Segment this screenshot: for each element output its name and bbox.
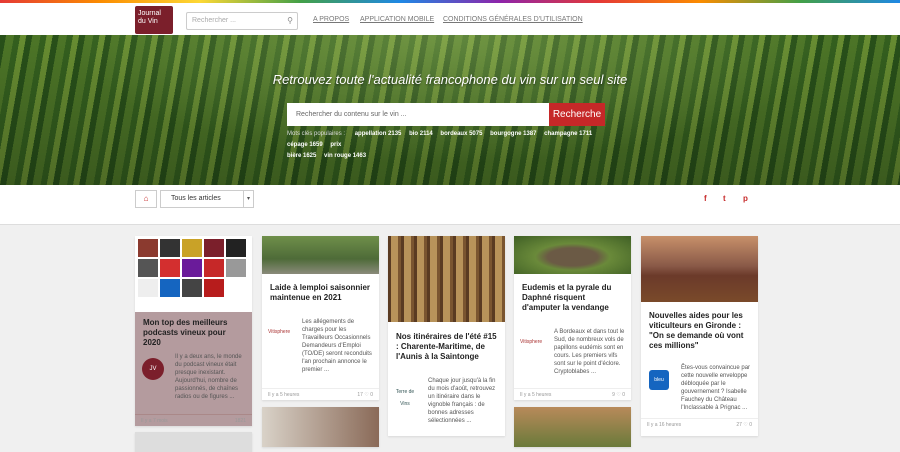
search-icon[interactable]: ⚲ (287, 16, 293, 25)
article-card[interactable]: Nos itinéraires de l'été #15 : Charente-… (388, 236, 505, 436)
article-card[interactable]: Laide à lemploi saisonnier maintenue en … (262, 236, 379, 400)
article-image (641, 236, 758, 302)
tag[interactable]: appellation 2135 (355, 131, 402, 137)
card-footer: Il y a 16 heures 27 ♡ 0 (641, 418, 758, 430)
nav-terms[interactable]: CONDITIONS GÉNÉRALES D'UTILISATION (443, 16, 583, 23)
article-excerpt: Êtes-vous convaincue par cette nouvelle … (681, 365, 751, 411)
author-avatar: JV (142, 358, 164, 380)
article-image (514, 236, 631, 274)
tag[interactable]: bordeaux 5075 (440, 131, 482, 137)
source-logo: bleu (649, 370, 669, 390)
pinterest-icon[interactable]: p (743, 194, 748, 203)
popular-tags: Mots clés populaires : appellation 2135 … (287, 129, 605, 162)
article-image (388, 236, 505, 322)
hero-tagline: Retrouvez toute l'actualité francophone … (272, 72, 628, 87)
tag[interactable]: bière 1625 (287, 153, 316, 159)
article-card[interactable]: Eudemis et la pyrale du Daphné risquent … (514, 236, 631, 400)
twitter-icon[interactable]: t (723, 194, 726, 203)
podcast-logos-image (135, 236, 252, 312)
article-card[interactable]: Mon top des meilleurs podcasts vineux po… (135, 236, 252, 426)
tag[interactable]: vin rouge 1463 (324, 153, 366, 159)
source-logo: Vitisphere (268, 329, 291, 335)
home-icon: ⌂ (143, 194, 149, 203)
popular-label: Mots clés populaires : (287, 131, 346, 137)
article-card[interactable] (514, 407, 631, 447)
article-excerpt: Il y a deux ans, le monde du podcast vin… (175, 354, 242, 400)
header-search-input[interactable]: Rechercher ... ⚲ (186, 12, 298, 30)
facebook-icon[interactable]: f (704, 194, 707, 203)
article-title[interactable]: Nouvelles aides pour les viticulteurs en… (641, 311, 758, 351)
article-card[interactable]: Nouvelles aides pour les viticulteurs en… (641, 236, 758, 436)
card-footer: Il y a 5 heures 9 ♡ 0 (514, 388, 631, 400)
article-title[interactable]: Mon top des meilleurs podcasts vineux po… (135, 318, 252, 348)
filter-bar: ⌂ Tous les articles ▾ f t p (0, 185, 900, 225)
nav-mobile-app[interactable]: APPLICATION MOBILE (360, 16, 434, 23)
article-excerpt: A Bordeaux et dans tout le Sud, de nombr… (554, 329, 625, 375)
home-button[interactable]: ⌂ (135, 190, 157, 208)
tag[interactable]: prix (330, 142, 341, 148)
top-bar: Journal du Vin Rechercher ... ⚲ A PROPOS … (0, 3, 900, 35)
article-title[interactable]: Laide à lemploi saisonnier maintenue en … (262, 283, 379, 303)
article-excerpt: Chaque jour jusqu'à la fin du mois d'aoû… (428, 378, 496, 424)
tag[interactable]: champagne 1711 (544, 131, 592, 137)
article-title[interactable]: Nos itinéraires de l'été #15 : Charente-… (388, 332, 505, 362)
tag[interactable]: bio 2114 (409, 131, 433, 137)
article-image (262, 236, 379, 274)
hero-search-button[interactable]: Recherche (549, 103, 605, 126)
source-logo: Vitisphere (520, 339, 543, 345)
card-footer: Il y a 5 heures 17 ♡ 0 (262, 388, 379, 400)
nav-about[interactable]: A PROPOS (313, 16, 349, 23)
card-footer: Il y a 7 mois 1821 (135, 414, 252, 426)
chevron-down-icon: ▾ (243, 191, 253, 207)
category-select[interactable]: Tous les articles ▾ (160, 190, 254, 208)
tag[interactable]: bourgogne 1387 (490, 131, 536, 137)
article-card[interactable] (135, 432, 252, 452)
article-title[interactable]: Eudemis et la pyrale du Daphné risquent … (514, 283, 631, 313)
site-logo[interactable]: Journal du Vin (135, 6, 173, 34)
source-logo: Terre de Vins (395, 389, 415, 407)
hero-banner: Retrouvez toute l'actualité francophone … (0, 35, 900, 185)
tag[interactable]: cépage 1659 (287, 142, 323, 148)
article-excerpt: Les allégements de charges pour les Trav… (302, 319, 372, 373)
article-card[interactable] (262, 407, 379, 447)
hero-search-input[interactable]: Rechercher du contenu sur le vin ... (287, 103, 549, 126)
